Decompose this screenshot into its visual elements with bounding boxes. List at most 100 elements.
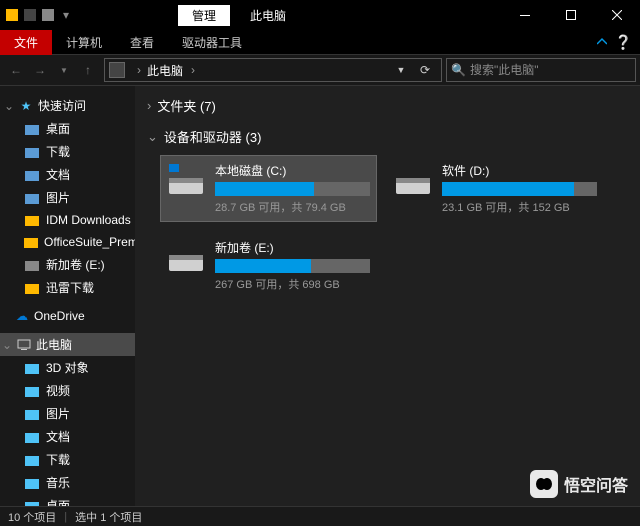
qat-btn[interactable] bbox=[22, 7, 38, 23]
sidebar-item[interactable]: 图片 bbox=[0, 402, 135, 425]
sidebar-onedrive[interactable]: ☁ OneDrive bbox=[0, 305, 135, 327]
folder-icon bbox=[24, 406, 40, 422]
sidebar-item[interactable]: 新加卷 (E:) bbox=[0, 253, 135, 276]
folder-icon bbox=[24, 212, 40, 228]
drive-item[interactable]: 新加卷 (E:) 267 GB 可用，共 698 GB bbox=[161, 233, 376, 298]
sidebar-item[interactable]: 迅雷下载 bbox=[0, 276, 135, 299]
tab-file[interactable]: 文件 bbox=[0, 30, 52, 55]
folder-icon bbox=[24, 144, 40, 160]
folder-icon bbox=[24, 498, 40, 507]
drive-icon bbox=[394, 162, 434, 202]
sidebar-item[interactable]: 图片 bbox=[0, 186, 135, 209]
sidebar-item-label: 图片 bbox=[46, 405, 70, 422]
sidebar-item-label: 桌面 bbox=[46, 120, 70, 137]
maximize-button[interactable] bbox=[548, 0, 594, 30]
contextual-tab[interactable]: 管理 bbox=[178, 5, 230, 26]
chevron-down-icon: ⌄ bbox=[2, 338, 12, 352]
forward-button[interactable]: → bbox=[28, 58, 52, 82]
history-dropdown[interactable]: ▼ bbox=[52, 58, 76, 82]
sidebar-item[interactable]: 文档 bbox=[0, 425, 135, 448]
watermark: 悟空问答 bbox=[530, 470, 628, 498]
sidebar-this-pc[interactable]: ⌄ 此电脑 bbox=[0, 333, 135, 356]
drive-icon bbox=[167, 239, 207, 279]
qat-btn[interactable] bbox=[40, 7, 56, 23]
address-text: 此电脑 bbox=[147, 62, 183, 79]
drive-name: 本地磁盘 (C:) bbox=[215, 162, 370, 179]
sidebar-item-label: 迅雷下载 bbox=[46, 279, 94, 296]
help-icon[interactable]: ❔ bbox=[615, 34, 632, 51]
sidebar-quick-access[interactable]: ⌄ ★ 快速访问 bbox=[0, 94, 135, 117]
ribbon-tabs: 文件 计算机 查看 驱动器工具 ❔ bbox=[0, 30, 640, 54]
status-count: 10 个项目 bbox=[8, 509, 56, 525]
sidebar-item[interactable]: 下载 bbox=[0, 140, 135, 163]
tab-drive-tools[interactable]: 驱动器工具 bbox=[168, 30, 256, 55]
sidebar-item[interactable]: 3D 对象 bbox=[0, 356, 135, 379]
folder-icon bbox=[24, 257, 40, 273]
folder-icon bbox=[24, 190, 40, 206]
sidebar-item[interactable]: OfficeSuite_Premium bbox=[0, 231, 135, 253]
sidebar-item-label: 下载 bbox=[46, 451, 70, 468]
star-icon: ★ bbox=[18, 98, 34, 114]
drive-item[interactable]: 软件 (D:) 23.1 GB 可用，共 152 GB bbox=[388, 156, 603, 221]
up-button[interactable]: ↑ bbox=[76, 58, 100, 82]
tab-view[interactable]: 查看 bbox=[116, 30, 168, 55]
sidebar-label: OneDrive bbox=[34, 309, 85, 323]
sidebar-item[interactable]: 文档 bbox=[0, 163, 135, 186]
search-input[interactable] bbox=[470, 63, 631, 77]
watermark-text: 悟空问答 bbox=[564, 472, 628, 496]
sidebar: ⌄ ★ 快速访问 桌面下载文档图片IDM DownloadsOfficeSuit… bbox=[0, 86, 135, 506]
drive-usage-bar bbox=[442, 182, 597, 196]
sidebar-item-label: 图片 bbox=[46, 189, 70, 206]
minimize-button[interactable] bbox=[502, 0, 548, 30]
refresh-button[interactable]: ⟳ bbox=[413, 59, 437, 81]
drive-name: 软件 (D:) bbox=[442, 162, 597, 179]
section-title: 文件夹 (7) bbox=[157, 96, 216, 115]
window-controls bbox=[502, 0, 640, 30]
sidebar-label: 快速访问 bbox=[38, 97, 86, 114]
drive-usage-bar bbox=[215, 182, 370, 196]
watermark-icon bbox=[530, 470, 558, 498]
sidebar-item[interactable]: 桌面 bbox=[0, 117, 135, 140]
chevron-right-icon: › bbox=[147, 98, 151, 113]
sidebar-item-label: 新加卷 (E:) bbox=[46, 256, 105, 273]
qat: ▾ bbox=[0, 7, 78, 23]
folder-icon bbox=[24, 167, 40, 183]
search-box[interactable]: 🔍 bbox=[446, 58, 636, 82]
sidebar-item[interactable]: 下载 bbox=[0, 448, 135, 471]
sidebar-item-label: 音乐 bbox=[46, 474, 70, 491]
drive-usage-bar bbox=[215, 259, 370, 273]
address-bar[interactable]: › 此电脑 › ▼ ⟳ bbox=[104, 58, 442, 82]
section-title: 设备和驱动器 (3) bbox=[164, 127, 262, 146]
tab-computer[interactable]: 计算机 bbox=[52, 30, 116, 55]
chevron-right-icon[interactable]: › bbox=[137, 63, 141, 77]
section-drives[interactable]: ⌄ 设备和驱动器 (3) bbox=[143, 121, 632, 152]
drive-icon bbox=[167, 162, 207, 202]
sidebar-label: 此电脑 bbox=[36, 336, 72, 353]
sidebar-item[interactable]: 音乐 bbox=[0, 471, 135, 494]
app-icon bbox=[4, 7, 20, 23]
sidebar-item[interactable]: 桌面 bbox=[0, 494, 135, 506]
pc-icon bbox=[109, 62, 125, 78]
folder-icon bbox=[24, 234, 38, 250]
sidebar-item-label: OfficeSuite_Premium bbox=[44, 235, 135, 249]
sidebar-item[interactable]: IDM Downloads bbox=[0, 209, 135, 231]
sidebar-item[interactable]: 视频 bbox=[0, 379, 135, 402]
pc-icon bbox=[16, 337, 32, 353]
address-dropdown[interactable]: ▼ bbox=[389, 59, 413, 81]
folder-icon bbox=[24, 383, 40, 399]
chevron-right-icon[interactable]: › bbox=[191, 63, 195, 77]
search-icon: 🔍 bbox=[451, 63, 466, 77]
qat-drop[interactable]: ▾ bbox=[58, 7, 74, 23]
back-button[interactable]: ← bbox=[4, 58, 28, 82]
cloud-icon: ☁ bbox=[14, 308, 30, 324]
section-folders[interactable]: › 文件夹 (7) bbox=[143, 90, 632, 121]
close-button[interactable] bbox=[594, 0, 640, 30]
window-title: 此电脑 bbox=[250, 7, 286, 24]
chevron-down-icon: ⌄ bbox=[147, 129, 158, 145]
folder-icon bbox=[24, 360, 40, 376]
ribbon-collapse-button[interactable]: ❔ bbox=[589, 34, 640, 51]
drive-item[interactable]: 本地磁盘 (C:) 28.7 GB 可用，共 79.4 GB bbox=[161, 156, 376, 221]
drive-usage-text: 28.7 GB 可用，共 79.4 GB bbox=[215, 199, 370, 215]
drive-name: 新加卷 (E:) bbox=[215, 239, 370, 256]
folder-icon bbox=[24, 121, 40, 137]
